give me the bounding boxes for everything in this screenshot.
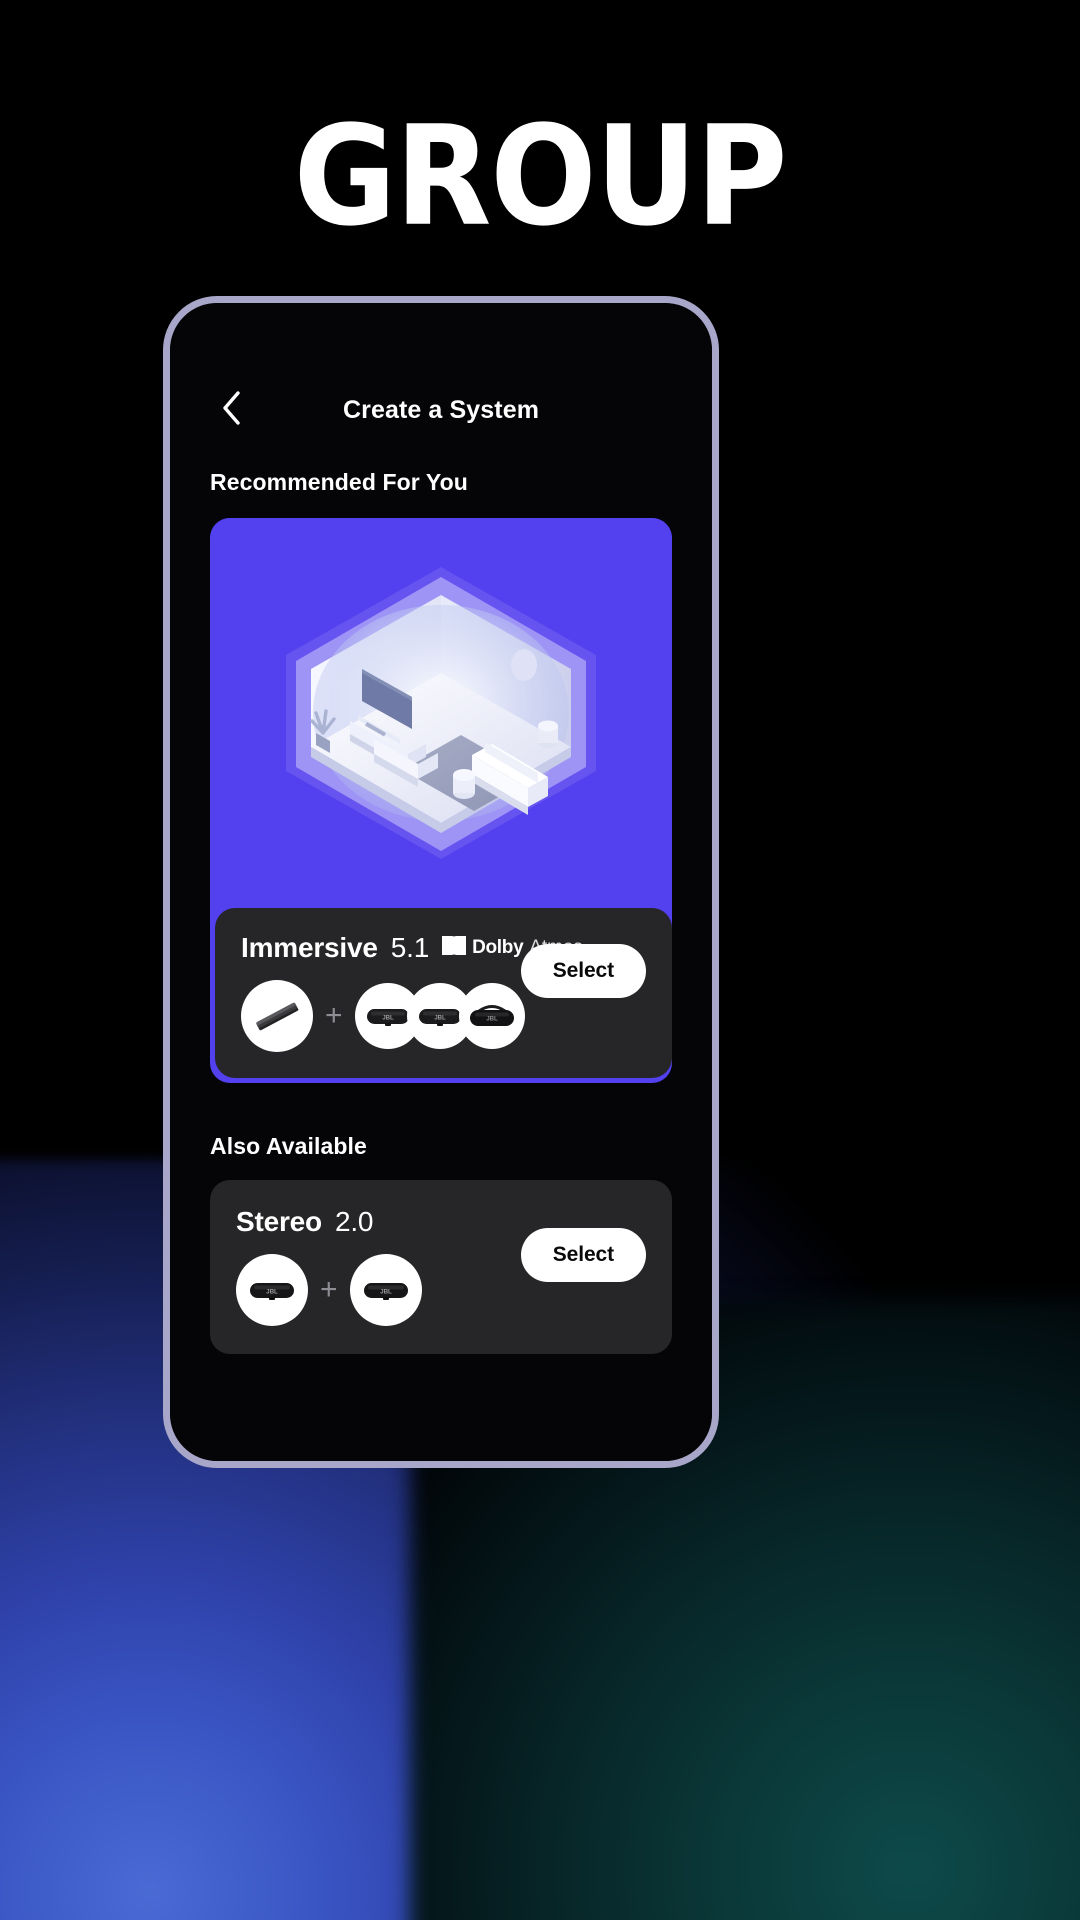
phone-mockup-frame: Create a System Recommended For You Imme… bbox=[163, 296, 719, 1468]
recommended-model-line: Immersive 5.1 Dolby bbox=[241, 932, 583, 964]
chevron-left-icon bbox=[220, 390, 242, 426]
recommended-system-card[interactable]: Immersive 5.1 Dolby + JBL JBL JBL Select bbox=[210, 518, 672, 1083]
svg-text:JBL: JBL bbox=[434, 1016, 446, 1022]
svg-text:JBL: JBL bbox=[382, 1016, 394, 1022]
phone-screen: Create a System Recommended For You Imme… bbox=[170, 303, 712, 1461]
back-button[interactable] bbox=[208, 385, 254, 431]
jbl-speaker-icon: JBL bbox=[458, 983, 525, 1049]
soundbar-icon bbox=[241, 980, 313, 1052]
dolby-wordmark: Dolby bbox=[472, 937, 524, 958]
device-plus-separator: + bbox=[320, 1273, 338, 1306]
page-title: GROUP bbox=[293, 96, 788, 257]
recommended-card-artwork bbox=[210, 518, 672, 908]
stereo-model-version: 2.0 bbox=[334, 1206, 374, 1237]
jbl-speaker-icon: JBL bbox=[349, 1254, 422, 1326]
svg-text:JBL: JBL bbox=[486, 1017, 498, 1023]
dolby-double-d-icon bbox=[442, 936, 467, 960]
recommended-model-name: Immersive bbox=[241, 932, 378, 963]
recommended-select-button[interactable]: Select bbox=[520, 944, 646, 998]
screenshot-stage: GROUP Create a System Recommended For Yo… bbox=[0, 0, 1080, 1920]
stereo-info-left: Stereo 2.0 JBL + JBL bbox=[236, 1206, 505, 1326]
stereo-select-button[interactable]: Select bbox=[520, 1228, 646, 1282]
device-plus-separator: + bbox=[325, 999, 343, 1032]
section-heading-recommended: Recommended For You bbox=[210, 469, 468, 495]
recommended-model-version: 5.1 bbox=[390, 932, 430, 963]
svg-text:JBL: JBL bbox=[380, 1289, 392, 1296]
stereo-model-name: Stereo bbox=[236, 1206, 322, 1237]
section-heading-also-available: Also Available bbox=[210, 1133, 367, 1159]
recommended-device-row: + JBL JBL JBL bbox=[241, 980, 525, 1052]
isometric-living-room-illustration bbox=[286, 567, 596, 859]
stereo-system-card[interactable]: Stereo 2.0 JBL + JBL Select bbox=[210, 1180, 672, 1354]
recommended-card-accent: Immersive 5.1 Dolby + JBL JBL JBL Select bbox=[210, 518, 672, 1083]
recommended-satellite-group: JBL JBL JBL bbox=[354, 983, 525, 1049]
stereo-model-line: Stereo 2.0 bbox=[236, 1206, 505, 1238]
recommended-info-left: Immersive 5.1 Dolby + JBL JBL JBL bbox=[241, 932, 583, 1052]
recommended-card-info: Immersive 5.1 Dolby + JBL JBL JBL Select bbox=[215, 908, 672, 1078]
jbl-speaker-icon: JBL bbox=[236, 1254, 308, 1326]
stereo-device-row: JBL + JBL bbox=[236, 1254, 505, 1326]
app-header: Create a System bbox=[170, 303, 712, 441]
svg-text:JBL: JBL bbox=[266, 1289, 278, 1296]
